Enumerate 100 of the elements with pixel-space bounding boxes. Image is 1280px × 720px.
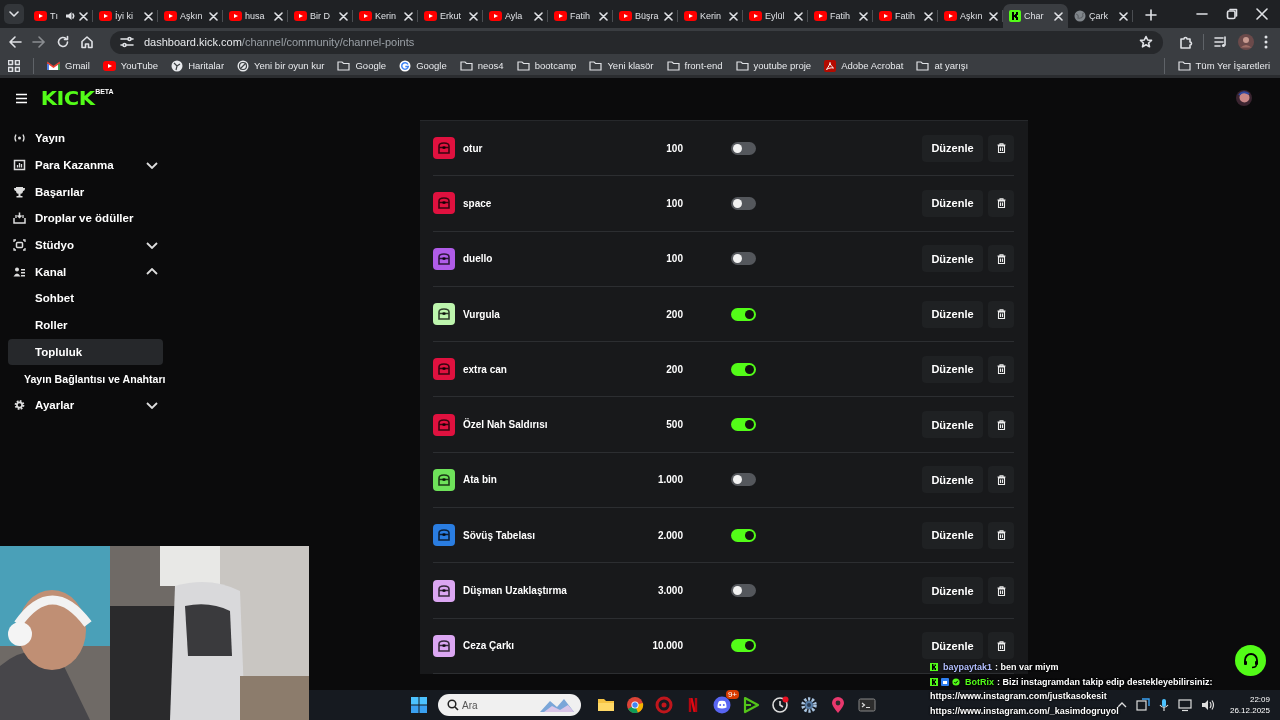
apps-icon[interactable]: [8, 59, 20, 72]
close-icon[interactable]: [274, 11, 283, 21]
close-icon[interactable]: [1256, 8, 1268, 20]
sidebar-item[interactable]: Ayarlar: [8, 391, 163, 419]
media-icon[interactable]: [1214, 35, 1228, 49]
edit-button[interactable]: Düzenle: [922, 300, 983, 328]
close-icon[interactable]: [404, 11, 413, 21]
sidebar-item[interactable]: Droplar ve ödüller: [8, 205, 163, 232]
browser-tab[interactable]: Büşra: [613, 4, 678, 28]
bookmark[interactable]: Google: [337, 60, 387, 71]
extension-icon[interactable]: [1179, 35, 1193, 49]
edit-button[interactable]: Düzenle: [922, 632, 983, 660]
support-button[interactable]: [1235, 645, 1266, 676]
close-icon[interactable]: [144, 11, 153, 21]
sidebar-item[interactable]: Başarılar: [8, 178, 163, 206]
delete-button[interactable]: [988, 577, 1014, 604]
back-icon[interactable]: [8, 35, 22, 49]
delete-button[interactable]: [988, 466, 1014, 494]
close-icon[interactable]: [79, 11, 88, 21]
site-settings-icon[interactable]: [120, 36, 134, 48]
tab-search-button[interactable]: [4, 4, 24, 24]
bookmark[interactable]: YouTube: [102, 60, 159, 71]
browser-tab[interactable]: Fatih: [873, 4, 938, 28]
delete-button[interactable]: [988, 300, 1014, 328]
menu-icon[interactable]: [15, 92, 28, 104]
close-icon[interactable]: [469, 11, 478, 21]
edit-button[interactable]: Düzenle: [922, 189, 983, 217]
sidebar-item[interactable]: Yayın: [8, 125, 163, 152]
play-icon[interactable]: [742, 696, 760, 714]
delete-button[interactable]: [988, 632, 1014, 660]
settings-icon[interactable]: [800, 696, 818, 714]
close-icon[interactable]: [664, 11, 673, 21]
bookmark[interactable]: Haritalar: [171, 59, 225, 72]
close-icon[interactable]: [794, 11, 803, 21]
kick-logo[interactable]: KICK: [40, 88, 95, 108]
sidebar-item[interactable]: Kanal: [8, 258, 163, 286]
sidebar-item[interactable]: Topluluk: [8, 338, 163, 366]
reload-icon[interactable]: [56, 35, 70, 49]
toggle-switch[interactable]: [731, 528, 756, 542]
toggle-switch[interactable]: [731, 307, 756, 321]
chat-username[interactable]: baypaytak1: [943, 662, 993, 673]
bookmark[interactable]: at yarışı: [916, 60, 969, 71]
close-icon[interactable]: [859, 11, 868, 21]
all-bookmarks-button[interactable]: Tüm Yer İşaretleri: [1177, 60, 1270, 71]
browser-tab[interactable]: Bir D: [288, 4, 353, 28]
sync-icon[interactable]: [1135, 698, 1150, 712]
edit-button[interactable]: Düzenle: [922, 134, 983, 162]
close-icon[interactable]: [209, 11, 218, 21]
browser-tab[interactable]: Kerin: [678, 4, 743, 28]
toggle-switch[interactable]: [731, 584, 756, 597]
sidebar-item[interactable]: Sohbet: [8, 285, 163, 312]
bookmark[interactable]: front-end: [666, 60, 723, 71]
search-field[interactable]: Ara: [438, 694, 581, 716]
browser-tab[interactable]: Char: [1003, 4, 1068, 28]
edit-button[interactable]: Düzenle: [922, 521, 983, 549]
bookmark[interactable]: bootcamp: [516, 60, 577, 71]
microphone-icon[interactable]: [1158, 698, 1169, 712]
bookmark[interactable]: Google: [399, 59, 447, 72]
browser-tab[interactable]: Fatih: [808, 4, 873, 28]
toggle-switch[interactable]: [731, 141, 756, 155]
volume-icon[interactable]: [1200, 698, 1215, 712]
delete-button[interactable]: [988, 355, 1014, 383]
browser-tab[interactable]: Ayla: [483, 4, 548, 28]
profile-avatar-icon[interactable]: [1238, 34, 1254, 50]
chrome-icon[interactable]: [626, 696, 644, 714]
chat-username[interactable]: BotRix: [965, 676, 994, 687]
delete-button[interactable]: [988, 189, 1014, 217]
edit-button[interactable]: Düzenle: [922, 466, 983, 494]
map-pin-icon[interactable]: [829, 696, 847, 714]
sidebar-item[interactable]: Yayın Bağlantısı ve Anahtarı: [8, 365, 163, 392]
browser-tab[interactable]: Eylül: [743, 4, 808, 28]
forward-icon[interactable]: [32, 35, 46, 49]
sidebar-item[interactable]: Para Kazanma: [8, 151, 163, 179]
new-tab-icon[interactable]: [1145, 9, 1157, 21]
edit-button[interactable]: Düzenle: [922, 411, 983, 439]
user-avatar-icon[interactable]: [1234, 88, 1254, 108]
terminal-icon[interactable]: [858, 696, 876, 714]
browser-tab[interactable]: Aşkın: [938, 4, 1003, 28]
folder-icon[interactable]: [597, 696, 615, 714]
close-icon[interactable]: [989, 11, 998, 21]
browser-tab[interactable]: Kerin: [353, 4, 418, 28]
browser-tab[interactable]: Aşkın: [158, 4, 223, 28]
bookmark[interactable]: Gmail: [47, 60, 90, 71]
restore-icon[interactable]: [1226, 8, 1238, 20]
clock-icon[interactable]: [771, 696, 789, 714]
browser-tab[interactable]: husa: [223, 4, 288, 28]
toggle-switch[interactable]: [731, 473, 756, 487]
close-icon[interactable]: [339, 11, 348, 21]
browser-tab[interactable]: Çark: [1068, 4, 1133, 28]
chat-link[interactable]: https://www.instagram.com/_kasimdogruyol: [930, 705, 1119, 716]
toggle-switch[interactable]: [731, 196, 756, 210]
toggle-switch[interactable]: [731, 362, 756, 376]
star-icon[interactable]: [1139, 35, 1153, 49]
toggle-switch[interactable]: [731, 418, 756, 432]
close-icon[interactable]: [729, 11, 738, 21]
target-icon[interactable]: [655, 696, 673, 714]
browser-tab[interactable]: Tı: [28, 4, 93, 28]
delete-button[interactable]: [988, 245, 1014, 273]
discord-icon[interactable]: [713, 696, 731, 714]
bookmark[interactable]: Yeni klasör: [589, 60, 654, 71]
